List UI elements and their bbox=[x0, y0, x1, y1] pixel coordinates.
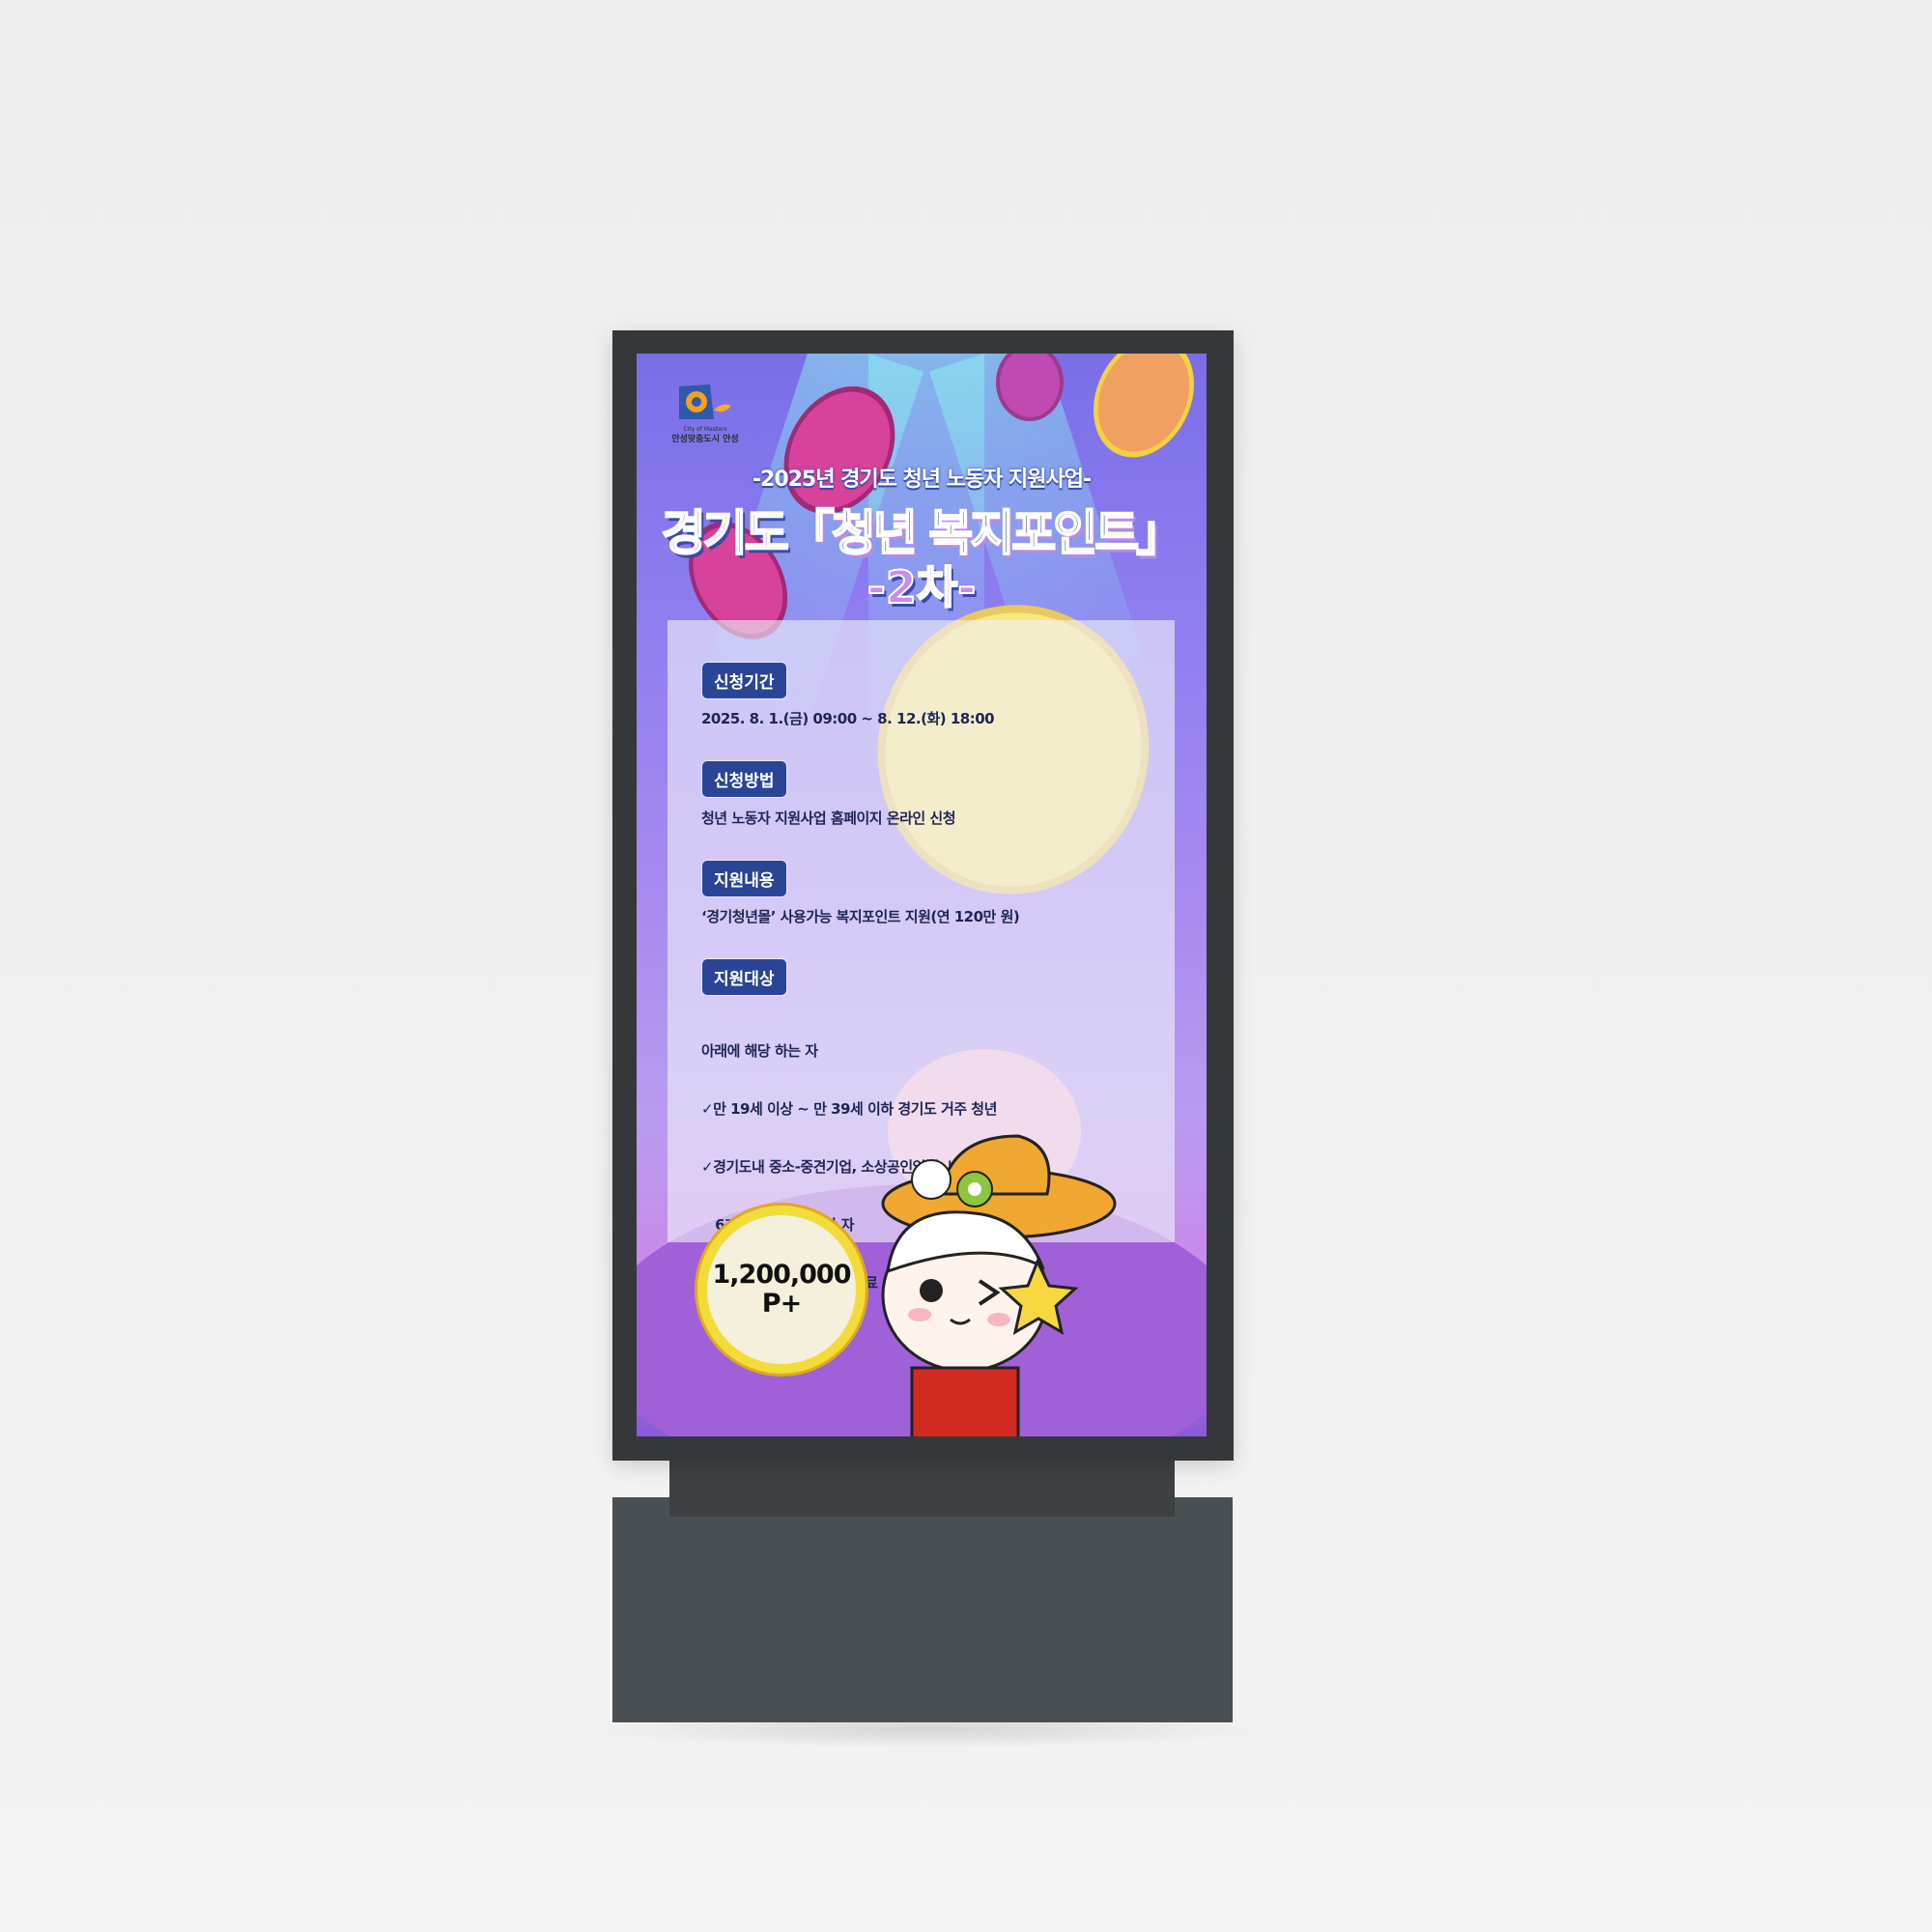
eligibility-line: ✓만 19세 이상 ~ 만 39세 이하 경기도 거주 청년 bbox=[701, 1100, 997, 1118]
kiosk-neck bbox=[669, 1459, 1175, 1517]
section-label-period: 신청기간 bbox=[701, 662, 787, 699]
mascot-character bbox=[854, 1126, 1134, 1436]
section-label-eligibility: 지원대상 bbox=[701, 958, 787, 996]
badge-unit: P+ bbox=[761, 1289, 802, 1319]
poster-round: -2차- bbox=[867, 560, 978, 614]
kiosk-base bbox=[612, 1497, 1233, 1722]
section-label-content: 지원내용 bbox=[701, 860, 787, 897]
digital-signage-screen: City of Masters 안성맞춤도시 안성 -2025년 경기도 청년 노… bbox=[637, 354, 1207, 1436]
points-coin-badge: 1,200,000 P+ bbox=[697, 1206, 866, 1374]
poster-subtitle: -2025년 경기도 청년 노동자 지원사업- bbox=[752, 468, 1092, 492]
svg-text:City of Masters: City of Masters bbox=[684, 426, 727, 433]
eligibility-line: 아래에 해당 하는 자 bbox=[701, 1042, 818, 1060]
section-text-content: ‘경기청년몰’ 사용가능 복지포인트 지원(연 120만 원) bbox=[701, 908, 1020, 925]
badge-amount: 1,200,000 bbox=[712, 1260, 851, 1290]
svg-text:안성맞춤도시 안성: 안성맞춤도시 안성 bbox=[671, 433, 738, 444]
orange-coin bbox=[1074, 354, 1207, 474]
section-label-method: 신청방법 bbox=[701, 760, 787, 798]
section-text-method: 청년 노동자 지원사업 홈페이지 온라인 신청 bbox=[701, 810, 956, 827]
anseong-city-logo: City of Masters 안성맞춤도시 안성 bbox=[671, 381, 739, 444]
section-text-period: 2025. 8. 1.(금) 09:00 ~ 8. 12.(화) 18:00 bbox=[701, 710, 995, 727]
